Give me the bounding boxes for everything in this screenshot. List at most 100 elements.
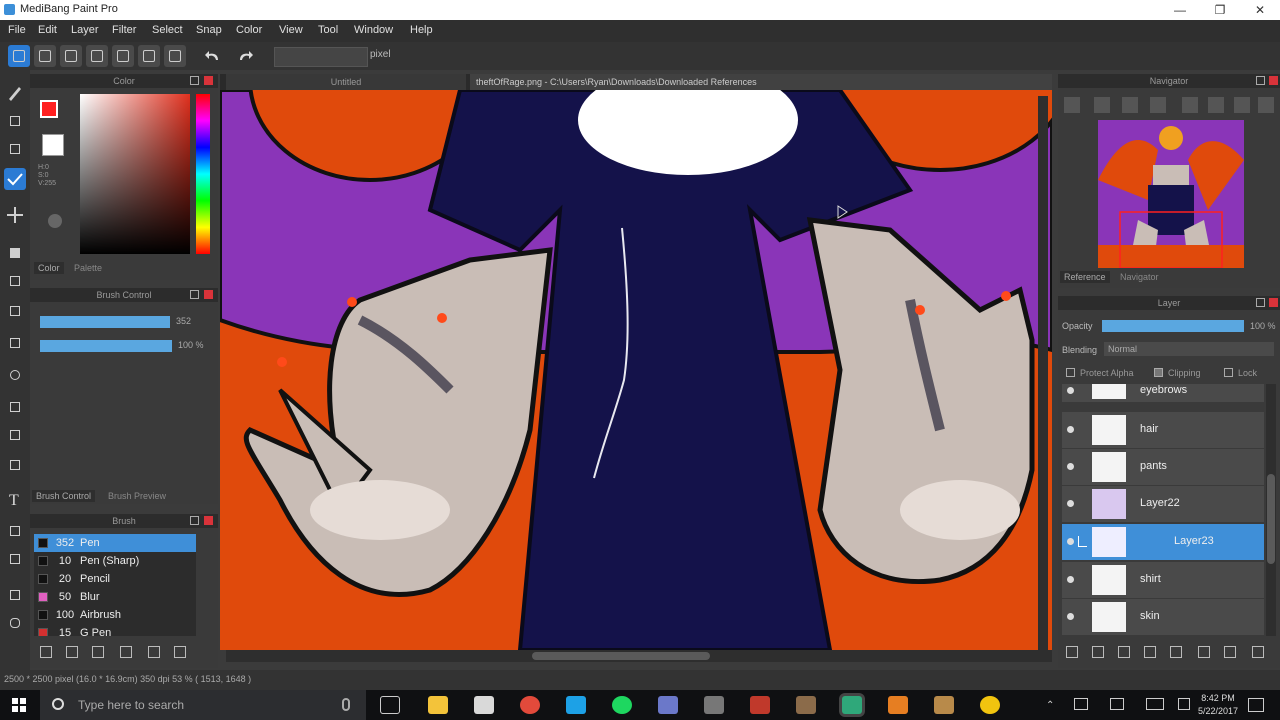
delete-layer-icon[interactable] xyxy=(1252,646,1264,658)
spotify-icon[interactable] xyxy=(612,696,632,714)
tool-eraser[interactable] xyxy=(4,110,26,132)
blending-select[interactable]: Normal xyxy=(1104,342,1274,356)
merge-down-icon[interactable] xyxy=(1224,646,1236,658)
tool-operation[interactable] xyxy=(4,520,26,542)
new-folder-icon[interactable] xyxy=(1170,646,1182,658)
tab-brush-preview[interactable]: Brush Preview xyxy=(104,490,170,502)
tool-move[interactable] xyxy=(4,204,26,226)
layer-scroll-thumb[interactable] xyxy=(1267,474,1275,564)
flip-icon[interactable] xyxy=(1234,97,1250,113)
app-icon-red[interactable] xyxy=(750,696,770,714)
microphone-icon[interactable] xyxy=(342,698,350,711)
maximize-button[interactable]: ❐ xyxy=(1200,0,1240,20)
brush-item[interactable]: 15 G Pen xyxy=(34,624,196,636)
tool-lasso[interactable] xyxy=(4,364,26,386)
menu-view[interactable]: View xyxy=(279,24,303,36)
close-button[interactable]: ✕ xyxy=(1240,0,1280,20)
menu-filter[interactable]: Filter xyxy=(112,24,136,36)
brush-opacity-slider[interactable] xyxy=(40,340,172,352)
taskbar-search-box[interactable]: Type here to search xyxy=(40,690,366,720)
layer-row-shirt[interactable]: shirt xyxy=(1062,562,1264,599)
toolbar-shape-button[interactable] xyxy=(34,45,56,67)
tool-bucket[interactable] xyxy=(4,270,26,292)
visibility-icon[interactable] xyxy=(1067,463,1074,470)
panel-float-button[interactable] xyxy=(1256,76,1265,85)
layer-row-pants[interactable]: pants xyxy=(1062,449,1264,486)
app-icon-blue[interactable] xyxy=(658,696,678,714)
rotate-right-icon[interactable] xyxy=(1208,97,1224,113)
horizontal-scroll-thumb[interactable] xyxy=(532,652,710,660)
tab-brush-control[interactable]: Brush Control xyxy=(32,490,96,502)
zoom-in-icon[interactable] xyxy=(1064,97,1080,113)
menu-window[interactable]: Window xyxy=(354,24,393,36)
visibility-icon[interactable] xyxy=(1067,576,1074,583)
visibility-icon[interactable] xyxy=(1067,538,1074,545)
panel-close-button[interactable] xyxy=(1269,298,1278,307)
layer-row-skin[interactable]: skin xyxy=(1062,599,1264,636)
brush-item[interactable]: 20 Pencil xyxy=(34,570,196,588)
delete-brush-icon[interactable] xyxy=(174,646,186,658)
minimize-button[interactable]: — xyxy=(1160,0,1200,20)
brush-settings-icon[interactable] xyxy=(92,646,104,658)
windows-start-button[interactable] xyxy=(12,698,26,712)
tool-hand[interactable] xyxy=(4,612,26,634)
app-icon-brown[interactable] xyxy=(796,696,816,714)
app-icon-tan[interactable] xyxy=(934,696,954,714)
layer-scrollbar[interactable] xyxy=(1266,384,1276,636)
canvas[interactable] xyxy=(220,90,1052,650)
folder-icon[interactable] xyxy=(148,646,160,658)
toolbar-fill-button[interactable] xyxy=(112,45,134,67)
menu-edit[interactable]: Edit xyxy=(38,24,57,36)
toolbar-brush-button[interactable] xyxy=(8,45,30,67)
panel-close-button[interactable] xyxy=(204,76,213,85)
redo-button[interactable] xyxy=(234,45,256,67)
tool-select[interactable] xyxy=(4,138,26,160)
tab-color[interactable]: Color xyxy=(34,262,64,274)
menu-select[interactable]: Select xyxy=(152,24,183,36)
vertical-scrollbar[interactable] xyxy=(1038,96,1048,650)
app-icon-orange[interactable] xyxy=(888,696,908,714)
navigator-preview[interactable] xyxy=(1098,120,1244,268)
reset-icon[interactable] xyxy=(1258,97,1274,113)
skype-icon[interactable] xyxy=(566,696,586,714)
horizontal-scrollbar[interactable] xyxy=(226,650,1052,662)
menu-tool[interactable]: Tool xyxy=(318,24,338,36)
layer-row-eyebrows[interactable]: eyebrows xyxy=(1062,384,1264,403)
undo-button[interactable] xyxy=(202,45,224,67)
fit-icon[interactable] xyxy=(1122,97,1138,113)
protect-alpha-checkbox[interactable] xyxy=(1066,368,1075,377)
tool-eyedropper[interactable] xyxy=(4,548,26,570)
brush-item[interactable]: 10 Pen (Sharp) xyxy=(34,552,196,570)
actual-size-icon[interactable] xyxy=(1150,97,1166,113)
visibility-icon[interactable] xyxy=(1067,500,1074,507)
brush-size-slider[interactable] xyxy=(40,316,170,328)
tool-rect-select[interactable] xyxy=(4,332,26,354)
toolbar-transform-button[interactable] xyxy=(138,45,160,67)
tray-chevron-icon[interactable]: ⌃ xyxy=(1046,700,1054,711)
brush-item[interactable]: 352 Pen xyxy=(34,534,196,552)
new-layer-icon[interactable] xyxy=(1066,646,1078,658)
app-icon-yellow[interactable] xyxy=(980,696,1000,714)
hue-slider[interactable] xyxy=(196,94,210,254)
new-1bit-layer-icon[interactable] xyxy=(1144,646,1156,658)
visibility-icon[interactable] xyxy=(1067,613,1074,620)
menu-color[interactable]: Color xyxy=(236,24,262,36)
menu-file[interactable]: File xyxy=(8,24,26,36)
tool-fill-rect[interactable] xyxy=(4,242,26,264)
tab-palette[interactable]: Palette xyxy=(70,262,106,274)
secondary-color-swatch[interactable] xyxy=(42,134,64,156)
toolbar-snap-button[interactable] xyxy=(60,45,82,67)
visibility-icon[interactable] xyxy=(1067,387,1074,394)
chrome-icon[interactable] xyxy=(520,696,540,714)
rotate-left-icon[interactable] xyxy=(1182,97,1198,113)
medibang-taskbar-icon[interactable] xyxy=(842,696,862,714)
menu-layer[interactable]: Layer xyxy=(71,24,99,36)
brush-item[interactable]: 100 Airbrush xyxy=(34,606,196,624)
clipping-checkbox[interactable] xyxy=(1154,368,1163,377)
pen-icon[interactable] xyxy=(1110,698,1124,710)
new-brush-icon[interactable] xyxy=(66,646,78,658)
tool-magic-wand[interactable] xyxy=(4,396,26,418)
layer-row-layer22[interactable]: Layer22 xyxy=(1062,486,1264,523)
panel-close-button[interactable] xyxy=(1269,76,1278,85)
tool-text[interactable]: T xyxy=(4,488,26,510)
